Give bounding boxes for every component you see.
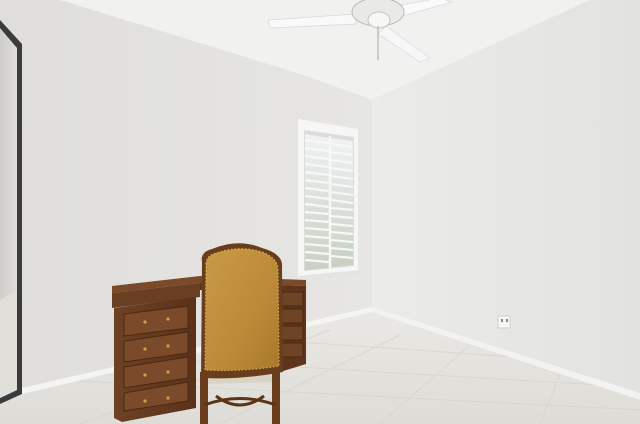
electrical-outlet — [497, 315, 511, 329]
window-with-plantation-shutters — [296, 119, 360, 281]
room-photo — [0, 0, 640, 424]
mirrored-closet-door — [0, 20, 22, 404]
